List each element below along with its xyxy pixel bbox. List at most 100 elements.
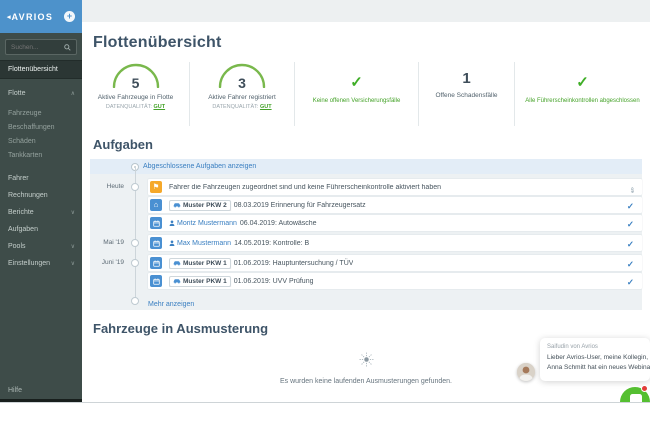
sidebar-nav: Flottenübersicht Flotte∧ Fahrzeuge Besch… [0,60,82,272]
timeline-circle [131,239,139,247]
sun-icon [359,352,374,367]
person-icon [169,240,175,246]
sidebar: ◂ AVRIOS + Flottenübersicht Flotte∧ Fahr… [0,0,82,403]
calendar-icon [150,237,162,249]
stat-label: Aktive Fahrzeuge in Flotte [82,94,189,101]
task-row[interactable]: Muster PKW 1 01.06.2019: UVV Prüfung ✓ [148,273,642,289]
show-more-link[interactable]: Mehr anzeigen [148,301,194,308]
page-title: Flottenübersicht [82,22,650,60]
avatar [517,363,535,381]
stat-value: 3 [190,75,294,91]
timeline-circle [131,183,139,191]
task-row[interactable]: ⚑ Fahrer die Fahrzeugen zugeordnet sind … [148,179,642,195]
timeline-circle [131,297,139,305]
add-button[interactable]: + [64,11,75,22]
calendar-icon [150,275,162,287]
logo-text: AVRIOS [12,12,54,22]
app-window: ◂ AVRIOS + Flottenübersicht Flotte∧ Fahr… [0,0,650,403]
stat-insurance-cases: ✓ Keine offenen Versicherungsfälle [294,62,418,126]
sidebar-item-rechnungen[interactable]: Rechnungen [0,187,82,204]
sidebar-item-berichte[interactable]: Berichte∨ [0,204,82,221]
chat-message-card[interactable]: Saifudin von Avrios Lieber Avrios-User, … [540,338,650,381]
task-count-badge: 3 [631,187,634,193]
timeline-date: Mai '19 [90,239,124,246]
chat-message-line2: Anna Schmitt hat ein neues Webinar-... [547,363,643,373]
task-row[interactable]: Muster PKW 1 01.06.2019: Hauptuntersuchu… [148,255,642,271]
sidebar-item-tankkarten[interactable]: Tankkarten [0,148,82,162]
stat-label: Keine offenen Versicherungsfälle [295,98,418,104]
more-row: Mehr anzeigen [90,293,642,306]
sidebar-search [5,39,77,55]
check-icon: ✓ [515,75,650,90]
stat-value: 1 [419,71,514,86]
stat-label: Offene Schadensfälle [419,92,514,99]
stat-license-checks: ✓ Alle Führerscheinkontrollen abgeschlos… [514,62,650,126]
data-quality: DATENQUALITÄT: GUT [82,104,189,110]
tasks-timeline: Heute ⚑ Fahrer die Fahrzeugen zugeordnet… [90,174,642,310]
complete-check-icon[interactable]: ✓ [627,201,634,211]
person-icon [169,220,175,226]
task-text: Muster PKW 2 08.03.2019 Erinnerung für F… [169,200,366,211]
home-icon: ⌂ [150,199,162,211]
check-icon: ✓ [295,75,418,90]
sidebar-item-fahrzeuge[interactable]: Fahrzeuge [0,106,82,120]
sidebar-item-fahrer[interactable]: Fahrer [0,170,82,187]
calendar-icon [150,257,162,269]
chat-bubble-icon [630,394,642,403]
task-text: Max Mustermann 14.05.2019: Kontrolle: B [169,240,309,247]
task-text: Muster PKW 1 01.06.2019: UVV Prüfung [169,276,313,287]
stat-value: 5 [82,75,189,91]
top-bar [82,0,650,22]
sidebar-item-hilfe[interactable]: Hilfe [8,387,22,394]
sidebar-header: ◂ AVRIOS + [0,0,82,33]
sidebar-item-aufgaben[interactable]: Aufgaben [0,221,82,238]
vehicle-badge[interactable]: Muster PKW 1 [169,258,231,269]
stat-open-damages: 1 Offene Schadensfälle [418,62,514,126]
chevron-up-icon[interactable]: ∧ [71,90,75,97]
car-icon [173,260,181,266]
timeline-date: Heute [90,183,124,190]
notification-dot [641,385,648,392]
chat-message-line1: Lieber Avrios-User, meine Kollegin, Frau [547,353,643,363]
vehicle-badge[interactable]: Muster PKW 2 [169,200,231,211]
car-icon [173,278,181,284]
complete-check-icon[interactable]: ✓ [627,219,634,229]
complete-check-icon[interactable]: ✓ [627,239,634,249]
tasks-panel: Abgeschlossene Aufgaben anzeigen Heute ⚑… [90,159,642,310]
sidebar-item-schaeden[interactable]: Schäden [0,134,82,148]
stat-label: Aktive Fahrer registriert [190,94,294,101]
logo-mark-icon: ◂ [7,13,11,21]
search-icon [64,44,71,51]
stat-label: Alle Führerscheinkontrollen abgeschlosse… [515,98,650,104]
task-group-juni: Juni '19 Muster PKW 1 01.06.2019: Hauptu… [90,255,642,289]
stats-row: 5 Aktive Fahrzeuge in Flotte DATENQUALIT… [82,62,650,126]
chevron-down-icon[interactable]: ∨ [71,260,75,267]
task-row[interactable]: Max Mustermann 14.05.2019: Kontrolle: B … [148,235,642,251]
sidebar-item-beschaffungen[interactable]: Beschaffungen [0,120,82,134]
task-text: Fahrer die Fahrzeugen zugeordnet sind un… [169,184,441,191]
person-link[interactable]: Max Mustermann [169,240,231,247]
tasks-section-title: Aufgaben [82,126,650,159]
stat-active-vehicles: 5 Aktive Fahrzeuge in Flotte DATENQUALIT… [82,62,189,126]
complete-check-icon[interactable]: ✓ [627,259,634,269]
task-row[interactable]: Moritz Mustermann 06.04.2019: Autowäsche… [148,215,642,231]
data-quality: DATENQUALITÄT: GUT [190,104,294,110]
task-row[interactable]: ⌂ Muster PKW 2 08.03.2019 Erinnerung für… [148,197,642,213]
chevron-down-icon[interactable]: ∨ [71,209,75,216]
calendar-icon [150,217,162,229]
vehicle-badge[interactable]: Muster PKW 1 [169,276,231,287]
task-text: Moritz Mustermann 06.04.2019: Autowäsche [169,220,317,227]
task-group-mai: Mai '19 Max Mustermann 14.05.2019: Kontr… [90,235,642,251]
sidebar-item-einstellungen[interactable]: Einstellungen∨ [0,255,82,272]
car-icon [173,202,181,208]
person-link[interactable]: Moritz Mustermann [169,220,237,227]
sidebar-item-pools[interactable]: Pools∨ [0,238,82,255]
search-input[interactable] [11,44,64,51]
task-group-heute: Heute ⚑ Fahrer die Fahrzeugen zugeordnet… [90,179,642,231]
sidebar-item-flottenuebersicht[interactable]: Flottenübersicht [0,60,82,79]
timeline-date: Juni '19 [90,259,124,266]
sidebar-item-flotte[interactable]: Flotte∧ [0,85,82,102]
complete-check-icon[interactable]: ✓ [627,277,634,287]
chevron-down-icon[interactable]: ∨ [71,243,75,250]
show-completed-link[interactable]: Abgeschlossene Aufgaben anzeigen [143,163,256,170]
